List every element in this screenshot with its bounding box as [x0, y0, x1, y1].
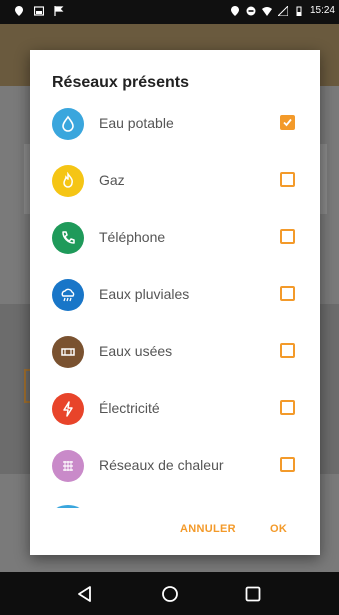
status-time: 15:24	[309, 5, 335, 16]
network-checkbox[interactable]	[280, 115, 295, 130]
dialog-title: Réseaux présents	[52, 74, 189, 91]
network-label: Téléphone	[99, 229, 166, 245]
network-list-item[interactable]: Eaux pluviales	[30, 267, 320, 324]
networks-dialog: Réseaux présents Eau potable Gaz Téléphone…	[30, 50, 320, 555]
network-list-item[interactable]: Eaux usées	[30, 324, 320, 381]
status-bar-left	[14, 6, 64, 16]
network-list[interactable]: Eau potable Gaz Téléphone Eaux pluviales Eau…	[30, 96, 320, 508]
network-label: Eaux pluviales	[99, 286, 190, 302]
water-drop-icon	[52, 108, 84, 140]
network-checkbox[interactable]	[280, 286, 295, 301]
network-checkbox[interactable]	[280, 400, 295, 415]
network-checkbox[interactable]	[280, 172, 295, 187]
network-label: Réseaux de chaleur	[99, 457, 224, 473]
heat-network-icon	[52, 450, 84, 482]
network-list-item[interactable]: Téléphone	[30, 210, 320, 267]
navigation-bar	[0, 572, 339, 615]
home-icon[interactable]	[161, 585, 179, 603]
status-bar-right: 15:24	[230, 5, 335, 16]
flag-icon	[54, 6, 64, 16]
phone-icon	[52, 222, 84, 254]
network-list-item[interactable]: Réseaux de chaleur	[30, 438, 320, 495]
location-icon	[15, 6, 23, 16]
network-label: Électricité	[99, 400, 160, 416]
cloud-rain-icon	[52, 279, 84, 311]
network-checkbox[interactable]	[280, 457, 295, 472]
network-label: Eaux usées	[99, 343, 173, 359]
lightning-icon	[52, 393, 84, 425]
cancel-button[interactable]: ANNULER	[178, 519, 238, 539]
network-checkbox[interactable]	[280, 343, 295, 358]
signal-icon	[277, 5, 288, 16]
flame-icon	[52, 165, 84, 197]
network-list-item[interactable]: Électricité	[30, 381, 320, 438]
network-list-item[interactable]: Gaz	[30, 153, 320, 210]
network-label: Gaz	[99, 172, 125, 188]
network-checkbox[interactable]	[280, 229, 295, 244]
status-bar: 15:24	[0, 0, 339, 24]
do-not-disturb-icon	[246, 6, 256, 15]
back-icon[interactable]	[76, 585, 94, 603]
network-label: Eau potable	[99, 115, 174, 131]
ok-button[interactable]: OK	[268, 519, 289, 539]
recent-apps-icon[interactable]	[244, 585, 262, 603]
pipe-icon	[52, 336, 84, 368]
image-icon	[34, 6, 44, 16]
location-icon	[230, 5, 239, 16]
battery-icon	[296, 6, 302, 16]
network-list-item[interactable]: Eau potable	[30, 96, 320, 153]
wifi-icon	[261, 6, 272, 16]
dialog-actions: ANNULER OK	[30, 505, 320, 555]
